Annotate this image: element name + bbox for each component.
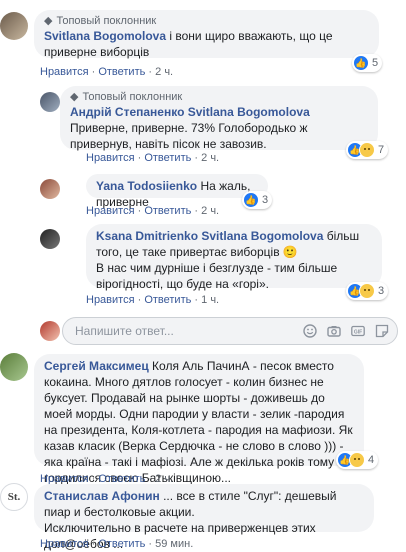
- like-button[interactable]: Нравится: [40, 538, 89, 550]
- sad-reaction-icon: [349, 452, 365, 468]
- diamond-icon: ◆: [70, 91, 79, 103]
- avatar[interactable]: [0, 12, 28, 40]
- comment-bubble: Станислав Афонин ... все в стиле "Слуг":…: [34, 484, 374, 551]
- comment-actions: Нравится · Ответить · 2 ч.: [86, 205, 220, 217]
- comment-bubble: ◆ Топовый поклонник Svitlana Bogomolova і…: [34, 10, 379, 59]
- gif-icon[interactable]: GIF: [351, 324, 365, 338]
- sad-reaction-icon: [359, 283, 375, 299]
- mention-link[interactable]: Svitlana Bogomolova: [188, 105, 310, 119]
- like-button[interactable]: Нравится: [40, 66, 89, 78]
- comment-actions: Нравится · Ответить · 2 ч.: [86, 152, 220, 164]
- comment-author[interactable]: Yana Todosiienko: [96, 179, 197, 193]
- diamond-icon: ◆: [44, 15, 53, 27]
- reply-button[interactable]: Ответить: [98, 66, 145, 78]
- comment-bubble: Yana Todosiienko На жаль, приверне: [86, 174, 268, 209]
- top-fan-badge: ◆ Топовый поклонник: [70, 91, 183, 103]
- avatar[interactable]: [40, 179, 60, 199]
- avatar[interactable]: [0, 353, 28, 381]
- like-reaction-icon: [353, 55, 369, 71]
- like-button[interactable]: Нравится: [86, 152, 135, 164]
- reaction-count[interactable]: 4: [336, 451, 379, 469]
- sticker-icon[interactable]: [375, 324, 389, 338]
- reply-placeholder: Напишите ответ...: [75, 324, 174, 338]
- comment-text: Приверне, приверне. 73% Голобородько ж п…: [70, 121, 308, 151]
- camera-icon[interactable]: [327, 324, 341, 338]
- avatar-initials: St.: [7, 491, 21, 503]
- top-fan-badge: ◆ Топовый поклонник: [44, 15, 157, 27]
- reaction-count[interactable]: 5: [352, 54, 383, 72]
- reaction-count[interactable]: 3: [242, 191, 273, 209]
- comment-actions: Нравится · Ответить · 59 мин.: [40, 538, 194, 550]
- comment-actions: Нравится · Ответить · 2 ч.: [40, 66, 174, 78]
- reply-input[interactable]: Напишите ответ... GIF: [62, 317, 398, 345]
- comment-text-line: В нас чим дурніше і безглузде - тим біль…: [96, 261, 338, 291]
- comment-time[interactable]: 2 ч.: [155, 66, 173, 78]
- comment-bubble: Ksana Dmitrienko Svitlana Bogomolova біл…: [86, 224, 382, 291]
- smile-emoji-icon: 🙂: [282, 245, 298, 259]
- comment-text: Коля Аль ПачинА - песок вместо кокаина. …: [44, 359, 353, 485]
- like-button[interactable]: Нравится: [86, 205, 135, 217]
- comment-author[interactable]: Сергей Максимец: [44, 359, 149, 373]
- reply-button[interactable]: Ответить: [144, 294, 191, 306]
- comment-bubble: ◆ Топовый поклонник Андрій Степаненко Svi…: [60, 86, 378, 151]
- like-reaction-icon: [243, 192, 259, 208]
- comment-author[interactable]: Станислав Афонин: [44, 489, 160, 503]
- comment-bubble: Сергей Максимец Коля Аль ПачинА - песок …: [34, 354, 364, 485]
- sad-reaction-icon: [359, 142, 375, 158]
- comment-time[interactable]: 1 ч.: [201, 294, 219, 306]
- avatar[interactable]: St.: [0, 483, 28, 511]
- emoji-icon[interactable]: [303, 324, 317, 338]
- reply-button[interactable]: Ответить: [144, 205, 191, 217]
- comment-time[interactable]: 2 ч.: [201, 152, 219, 164]
- comment-time[interactable]: 2 ч.: [201, 205, 219, 217]
- current-user-avatar: [40, 321, 60, 341]
- reply-button[interactable]: Ответить: [144, 152, 191, 164]
- svg-text:GIF: GIF: [354, 330, 362, 336]
- avatar[interactable]: [40, 92, 60, 112]
- reply-button[interactable]: Ответить: [98, 538, 145, 550]
- comment-time[interactable]: 59 мин.: [155, 538, 193, 550]
- avatar[interactable]: [40, 229, 60, 249]
- comment-author[interactable]: Svitlana Bogomolova: [44, 29, 166, 43]
- reaction-count[interactable]: 3: [346, 282, 389, 300]
- comment-actions: Нравится · Ответить · 1 ч.: [86, 294, 220, 306]
- like-button[interactable]: Нравится: [86, 294, 135, 306]
- comment-author[interactable]: Андрій Степаненко: [70, 105, 184, 119]
- comment-author[interactable]: Ksana Dmitrienko: [96, 229, 198, 243]
- mention-link[interactable]: Svitlana Bogomolova: [201, 229, 323, 243]
- reaction-count[interactable]: 7: [346, 141, 389, 159]
